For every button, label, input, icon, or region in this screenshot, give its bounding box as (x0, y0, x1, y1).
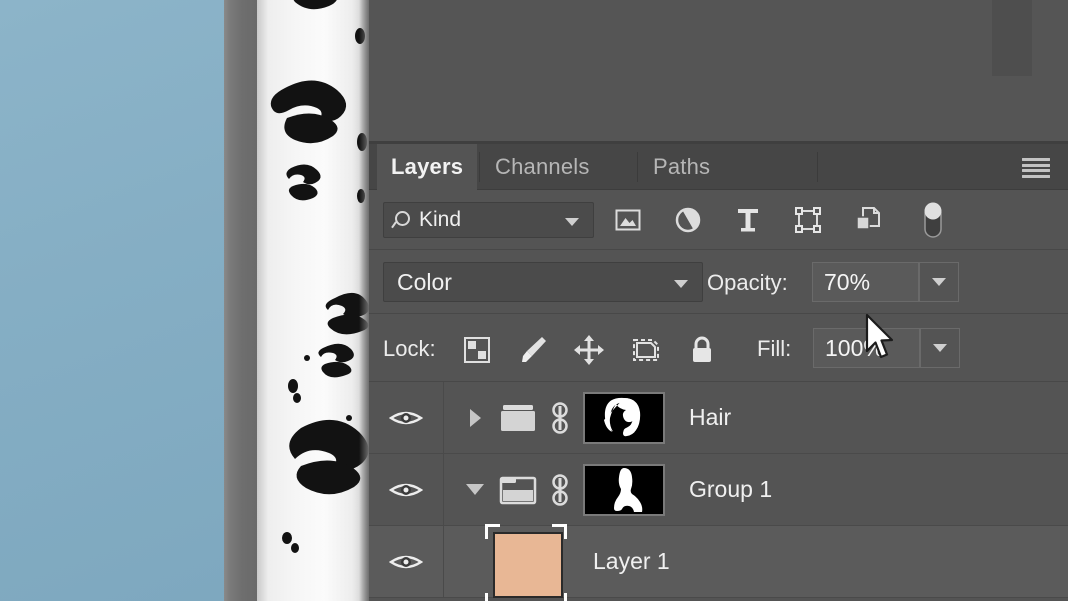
lock-all-button[interactable] (682, 332, 722, 368)
selection-corner-tr (552, 523, 567, 539)
layer-list: Hair Group 1 Layer 1 (369, 382, 1068, 601)
row-divider (443, 382, 444, 454)
photo-droplets (270, 0, 369, 553)
filter-smart-objects-button[interactable] (849, 202, 887, 238)
lock-row: Lock: Fill: 100% (369, 314, 1068, 382)
lock-artboard-nesting-button[interactable] (626, 332, 666, 368)
tab-channels-label: Channels (495, 154, 590, 179)
fill-value: 100% (825, 334, 884, 361)
selection-corner-bl (485, 592, 500, 601)
filter-enable-toggle[interactable] (914, 202, 952, 238)
brush-icon (522, 337, 546, 362)
fill-label: Fill: (757, 336, 792, 361)
chevron-right-icon (469, 408, 481, 427)
blend-opacity-row: Color Opacity: 70% (369, 250, 1068, 314)
head-mask-thumbnail (604, 397, 641, 436)
row-divider (443, 454, 444, 526)
filter-kind-label: Kind (419, 208, 462, 231)
photoshop-window: Layers Channels Paths Kind Color Opacity… (0, 0, 1068, 601)
link-icon[interactable] (541, 473, 579, 507)
layer-mask-thumbnail-group1[interactable] (583, 463, 665, 516)
tab-layers-label: Layers (391, 154, 464, 179)
layer-name: Hair (689, 404, 732, 430)
link-icon[interactable] (541, 401, 579, 435)
opacity-value: 70% (824, 268, 871, 295)
tab-channels[interactable]: Channels (481, 144, 604, 190)
folder-closed-icon (495, 402, 541, 434)
adjustment-circle-icon (675, 207, 701, 233)
canvas-background (0, 0, 224, 601)
folder-open-icon (495, 474, 541, 506)
layer-thumbnail-layer1[interactable] (483, 523, 569, 601)
layer-visibility-toggle-group1[interactable] (369, 454, 443, 526)
layer-name: Layer 1 (593, 548, 670, 574)
panel-tabbar: Layers Channels Paths (369, 144, 1068, 190)
blend-mode-value: Color (397, 268, 452, 295)
tab-layers[interactable]: Layers (377, 144, 478, 190)
filter-pixel-layers-button[interactable] (609, 202, 647, 238)
filter-shape-layers-button[interactable] (789, 202, 827, 238)
tab-paths[interactable]: Paths (639, 144, 724, 190)
disclosure-triangle-group1[interactable] (455, 484, 495, 495)
chevron-down-icon (565, 218, 579, 226)
shape-square-icon (795, 207, 821, 233)
padlock-icon (693, 336, 711, 362)
filter-kind-dropdown[interactable]: Kind (383, 202, 594, 238)
disclosure-triangle-hair[interactable] (455, 408, 495, 427)
layer-visibility-toggle-layer1[interactable] (369, 526, 443, 598)
filter-type-layers-button[interactable] (729, 202, 767, 238)
filter-adjustment-layers-button[interactable] (669, 202, 707, 238)
table-row[interactable]: Layer 1 (369, 523, 1068, 601)
opacity-label: Opacity: (707, 270, 788, 295)
selection-corner-br (552, 592, 567, 601)
checkerboard-icon (464, 337, 490, 363)
tab-separator-2 (637, 152, 638, 182)
image-icon (615, 209, 641, 231)
chevron-down-icon (466, 484, 484, 495)
selection-corner-tl (485, 523, 500, 539)
type-t-icon (738, 209, 758, 232)
layer-visibility-toggle-hair[interactable] (369, 382, 443, 454)
chevron-down-icon (674, 280, 688, 288)
toggle-switch-icon (924, 202, 942, 238)
eye-icon (389, 555, 423, 568)
filter-row: Kind (369, 190, 1068, 250)
tab-separator-1 (479, 152, 480, 182)
panel-upper-area (369, 0, 1068, 144)
layer-mask-thumbnail-hair[interactable] (583, 391, 665, 444)
move-arrows-icon (574, 335, 604, 365)
tab-separator-3 (817, 152, 818, 182)
panel-upper-band (992, 0, 1032, 76)
fill-input[interactable]: 100% (813, 328, 920, 368)
lock-label: Lock: (383, 336, 436, 361)
layer-thumbnail-image (493, 531, 563, 598)
panel-menu-icon[interactable] (1022, 158, 1050, 178)
lock-image-pixels-button[interactable] (514, 332, 554, 368)
opacity-stepper-button[interactable] (919, 262, 959, 302)
photo-edge-shadow (359, 0, 369, 601)
tab-paths-label: Paths (653, 154, 711, 179)
table-row[interactable]: Group 1 (369, 454, 1068, 526)
lock-transparent-pixels-button[interactable] (457, 332, 497, 368)
eye-icon (389, 483, 423, 496)
layer-name: Group 1 (689, 476, 773, 502)
canvas-photo-strip (257, 0, 369, 601)
fill-stepper-button[interactable] (920, 328, 960, 368)
lock-position-button[interactable] (569, 332, 609, 368)
canvas-gutter (224, 0, 257, 601)
magnifier-icon (394, 211, 412, 229)
opacity-input[interactable]: 70% (812, 262, 919, 302)
chevron-down-icon (933, 344, 947, 352)
smart-object-icon (856, 207, 880, 230)
chevron-down-icon (932, 278, 946, 286)
blend-mode-dropdown[interactable]: Color (383, 262, 703, 302)
layers-panel: Layers Channels Paths Kind Color Opacity… (369, 0, 1068, 601)
row-divider (443, 526, 444, 598)
table-row[interactable]: Hair (369, 382, 1068, 454)
artboard-icon (633, 339, 659, 361)
eye-icon (389, 411, 423, 424)
figure-mask-thumbnail (614, 467, 643, 512)
